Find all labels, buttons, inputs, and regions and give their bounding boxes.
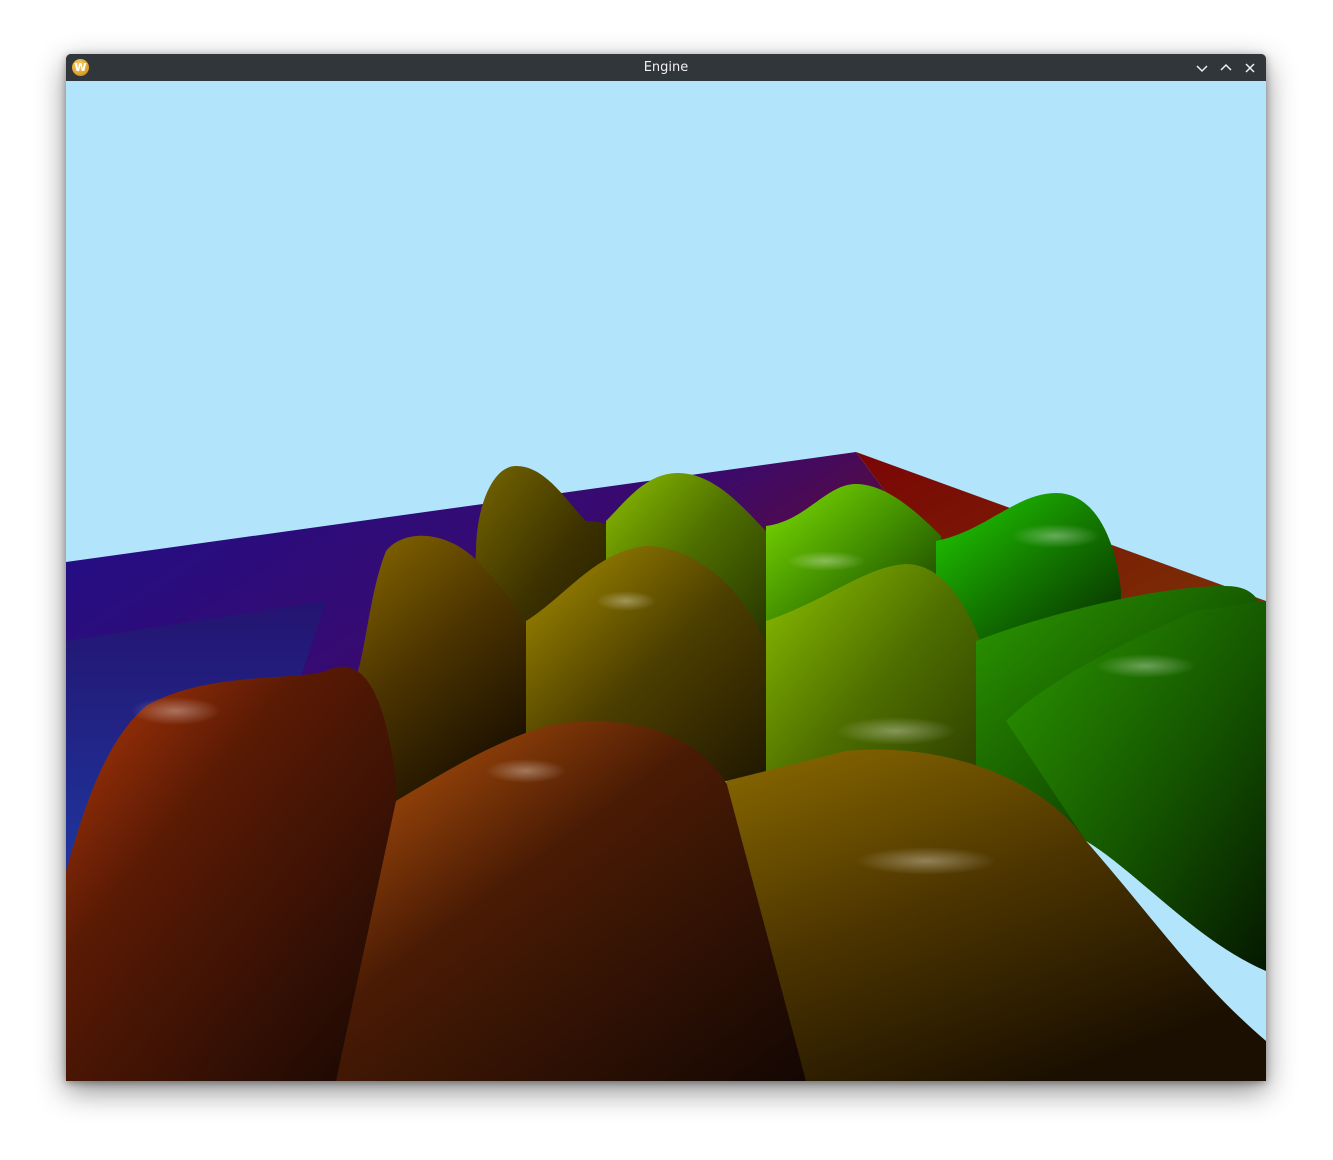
3d-scene-canvas [66, 452, 1266, 1081]
app-window: W Engine [66, 54, 1266, 1081]
window-title: Engine [643, 60, 689, 75]
minimize-button[interactable] [1191, 57, 1213, 79]
close-button[interactable] [1239, 57, 1261, 79]
highlight-green-back [1011, 524, 1101, 548]
highlight-lime [786, 551, 866, 571]
close-icon [1245, 63, 1255, 73]
highlight-red [131, 697, 221, 725]
highlight-mustard [856, 847, 996, 875]
title-bar[interactable]: W Engine [66, 54, 1266, 81]
highlight-olive-green [836, 717, 956, 745]
highlight-yellow [596, 591, 656, 611]
chevron-down-icon [1196, 65, 1208, 73]
chevron-up-icon [1220, 63, 1232, 71]
maximize-button[interactable] [1215, 57, 1237, 79]
highlight-orange [486, 759, 566, 783]
highlight-green [1096, 654, 1196, 678]
render-viewport[interactable] [66, 81, 1266, 1081]
